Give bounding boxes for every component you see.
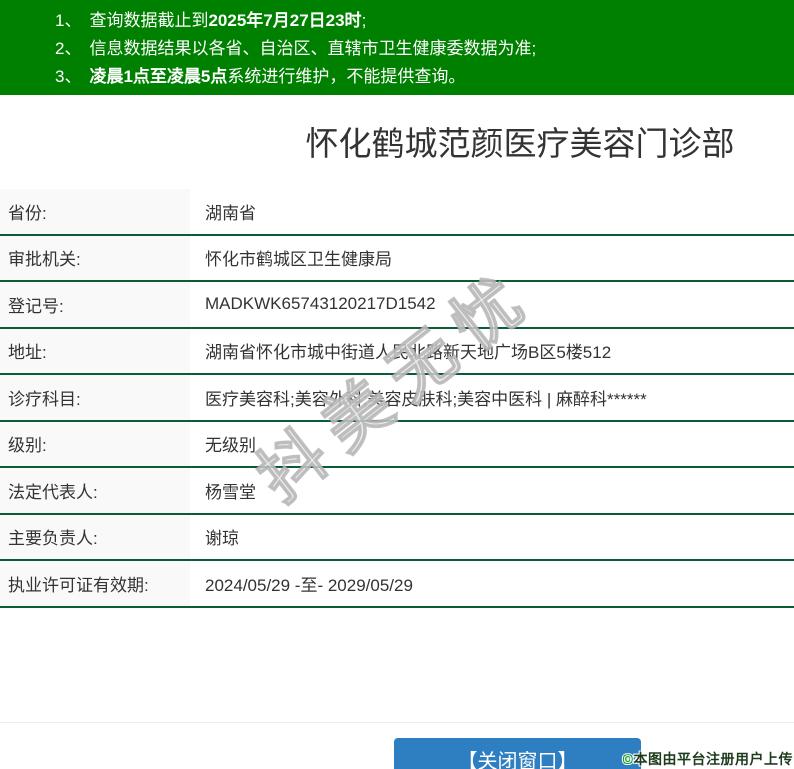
row-label: 登记号:	[0, 282, 190, 327]
table-row-license-validity: 执业许可证有效期: 2024/05/29 -至- 2029/05/29	[0, 561, 794, 608]
notice-text: 查询数据截止到	[89, 11, 209, 30]
table-row-address: 地址: 湖南省怀化市城中街道人民北路新天地广场B区5楼512	[0, 328, 794, 375]
notice-text: ;	[361, 11, 367, 30]
copyright-icon: ©	[622, 751, 634, 767]
row-label: 法定代表人:	[0, 468, 190, 513]
upload-attribution: ©本图由平台注册用户上传	[623, 749, 793, 769]
notice-number: 1、	[55, 11, 82, 30]
row-value: 湖南省	[205, 203, 256, 223]
row-label: 审批机关:	[0, 235, 190, 280]
table-row-medical-subjects: 诊疗科目: 医疗美容科;美容外科;美容皮肤科;美容中医科 | 麻醉科******	[0, 375, 794, 422]
table-row-province: 省份: 湖南省	[0, 189, 794, 236]
footer-bar: 【关闭窗口】 ©本图由平台注册用户上传	[0, 722, 794, 769]
notice-text-bold: 凌晨1点至凌晨5点	[89, 67, 228, 86]
notice-text: 信息数据结果以各省、自治区、直辖市卫生健康委数据为准;	[89, 39, 537, 58]
close-window-button[interactable]: 【关闭窗口】	[394, 738, 641, 769]
notice-text: 系统进行维护，不能提供查询。	[227, 67, 466, 86]
notice-line-3: 3、 凌晨1点至凌晨5点系统进行维护，不能提供查询。	[0, 63, 794, 91]
row-value: 谢琼	[205, 529, 239, 549]
row-label: 地址:	[0, 328, 190, 373]
table-row-level: 级别: 无级别	[0, 421, 794, 468]
table-row-registration-number: 登记号: MADKWK65743120217D1542	[0, 282, 794, 329]
table-row-approval-authority: 审批机关: 怀化市鹤城区卫生健康局	[0, 235, 794, 282]
notice-number: 3、	[55, 67, 82, 86]
notice-banner: 1、 查询数据截止到2025年7月27日23时; 2、 信息数据结果以各省、自治区、…	[0, 0, 794, 95]
row-value: 湖南省怀化市城中街道人民北路新天地广场B区5楼512	[205, 343, 612, 363]
row-label: 主要负责人:	[0, 514, 190, 559]
upload-attribution-text: 本图由平台注册用户上传	[633, 751, 793, 767]
table-row-main-responsible-person: 主要负责人: 谢琼	[0, 514, 794, 561]
table-row-legal-representative: 法定代表人: 杨雪堂	[0, 468, 794, 515]
row-value: 医疗美容科;美容外科;美容皮肤科;美容中医科 | 麻醉科******	[205, 389, 647, 409]
row-label: 省份:	[0, 189, 190, 234]
notice-line-2: 2、 信息数据结果以各省、自治区、直辖市卫生健康委数据为准;	[0, 35, 794, 63]
row-label: 执业许可证有效期:	[0, 561, 190, 606]
row-label: 级别:	[0, 421, 190, 466]
row-value: MADKWK65743120217D1542	[205, 294, 436, 314]
row-value: 2024/05/29 -至- 2029/05/29	[205, 575, 413, 595]
row-label: 诊疗科目:	[0, 375, 190, 420]
notice-line-1: 1、 查询数据截止到2025年7月27日23时;	[0, 7, 794, 35]
notice-number: 2、	[55, 39, 82, 58]
info-table: 省份: 湖南省 审批机关: 怀化市鹤城区卫生健康局 登记号: MADKWK657…	[0, 189, 794, 608]
clinic-name-title: 怀化鹤城范颜医疗美容门诊部	[305, 125, 735, 162]
row-value: 无级别	[205, 436, 256, 456]
notice-text-bold: 2025年7月27日23时	[208, 11, 362, 30]
row-value: 怀化市鹤城区卫生健康局	[205, 250, 392, 270]
row-value: 杨雪堂	[205, 482, 256, 502]
